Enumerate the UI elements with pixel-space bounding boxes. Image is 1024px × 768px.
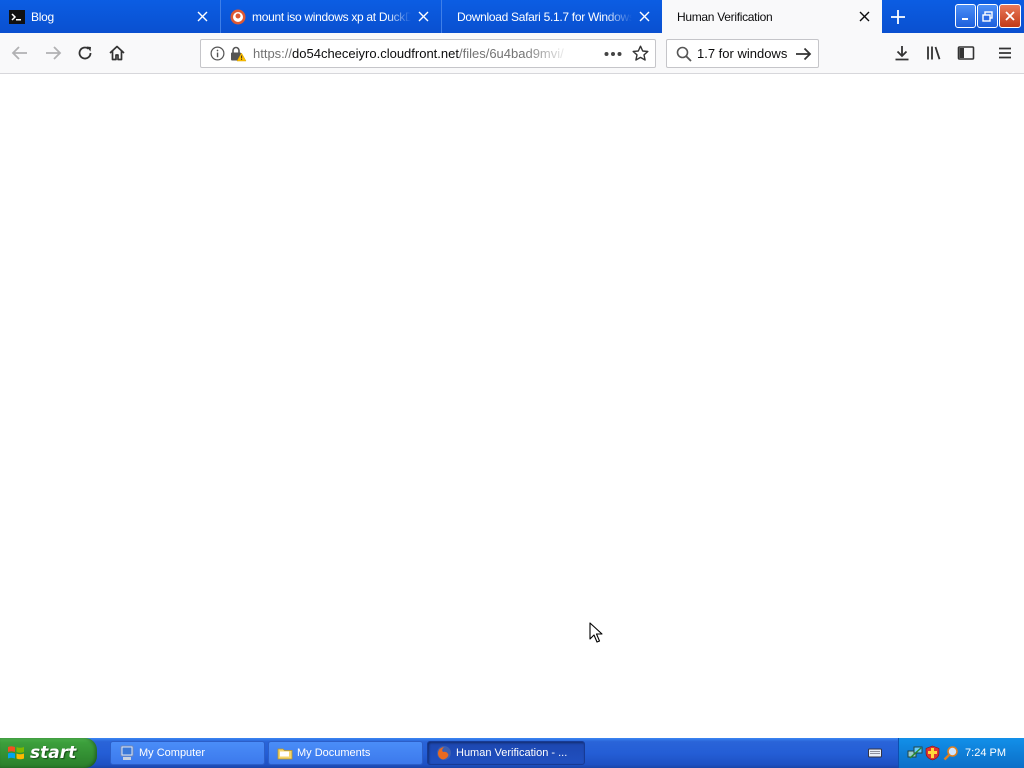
plus-icon bbox=[891, 10, 905, 24]
close-tab-icon[interactable] bbox=[190, 5, 214, 29]
taskbar-item-firefox[interactable]: Human Verification - ... bbox=[427, 741, 585, 765]
bookmark-star-icon[interactable] bbox=[632, 45, 649, 62]
taskbar: start My Computer My Documents Human Ver… bbox=[0, 738, 1024, 768]
close-tab-icon[interactable] bbox=[852, 5, 876, 29]
url-host: do54checeiyro.cloudfront.net bbox=[292, 46, 459, 61]
minimize-icon bbox=[961, 18, 968, 20]
url-text[interactable]: https://do54checeiyro.cloudfront.net/fil… bbox=[253, 40, 571, 67]
back-button[interactable] bbox=[5, 38, 35, 68]
restore-button[interactable] bbox=[977, 4, 998, 28]
close-window-button[interactable] bbox=[999, 4, 1021, 28]
tab-human-verification[interactable]: Human Verification bbox=[662, 0, 882, 33]
tab-strip: Blog mount iso windows xp at DuckDuckGo … bbox=[0, 0, 1024, 33]
search-bar[interactable]: 1.7 for windows bbox=[666, 39, 819, 68]
home-button[interactable] bbox=[102, 38, 132, 68]
tab-title: Blog bbox=[31, 9, 54, 24]
my-computer-icon bbox=[120, 745, 134, 760]
new-tab-button[interactable] bbox=[884, 3, 912, 31]
keyboard-icon[interactable] bbox=[868, 746, 882, 760]
downloads-button[interactable] bbox=[887, 38, 917, 68]
home-icon bbox=[109, 45, 125, 61]
folder-icon bbox=[277, 748, 293, 760]
sidebar-button[interactable] bbox=[951, 38, 981, 68]
reload-button[interactable] bbox=[70, 38, 100, 68]
minimize-button[interactable] bbox=[955, 4, 976, 28]
restore-icon bbox=[982, 10, 993, 22]
network-icon[interactable] bbox=[907, 745, 923, 761]
taskbar-item-label: Human Verification - ... bbox=[456, 747, 568, 759]
library-button[interactable] bbox=[919, 38, 949, 68]
search-input[interactable]: 1.7 for windows bbox=[697, 40, 787, 67]
sidebar-icon bbox=[957, 46, 975, 60]
start-button[interactable]: start bbox=[0, 738, 97, 768]
tab-title: Human Verification bbox=[677, 9, 773, 24]
close-icon bbox=[1005, 11, 1015, 21]
start-label: start bbox=[30, 743, 77, 763]
close-tab-icon[interactable] bbox=[632, 5, 656, 29]
taskbar-item-label: My Documents bbox=[297, 747, 371, 759]
download-icon bbox=[895, 46, 909, 61]
taskbar-item-my-computer[interactable]: My Computer bbox=[110, 741, 265, 765]
navigation-toolbar: https://do54checeiyro.cloudfront.net/fil… bbox=[0, 33, 1024, 74]
taskbar-item-my-documents[interactable]: My Documents bbox=[268, 741, 423, 765]
back-arrow-icon bbox=[11, 46, 27, 60]
search-icon bbox=[676, 46, 692, 62]
page-actions-icon[interactable] bbox=[604, 51, 622, 57]
search-go-arrow-icon[interactable] bbox=[795, 46, 812, 62]
taskbar-item-label: My Computer bbox=[139, 747, 206, 759]
tab-safari-download[interactable]: Download Safari 5.1.7 for Windows - Free bbox=[442, 0, 662, 33]
firefox-icon bbox=[437, 746, 451, 760]
forward-arrow-icon bbox=[46, 46, 62, 60]
security-shield-icon[interactable] bbox=[925, 745, 940, 761]
forward-button[interactable] bbox=[38, 38, 68, 68]
hamburger-menu-icon bbox=[999, 47, 1011, 59]
library-icon bbox=[927, 46, 941, 60]
close-tab-icon[interactable] bbox=[411, 5, 435, 29]
page-content bbox=[0, 74, 1024, 738]
tab-blog[interactable]: Blog bbox=[0, 0, 220, 33]
info-icon[interactable] bbox=[210, 46, 225, 61]
terminal-icon bbox=[9, 9, 25, 24]
clock[interactable]: 7:24 PM bbox=[965, 738, 1006, 768]
menu-button[interactable] bbox=[990, 38, 1020, 68]
magnifier-icon[interactable] bbox=[943, 745, 959, 761]
url-scheme: https:// bbox=[253, 46, 293, 61]
tab-title: mount iso windows xp at DuckDuckGo bbox=[252, 9, 411, 24]
windows-logo-icon bbox=[8, 746, 24, 760]
insecure-lock-icon[interactable] bbox=[230, 46, 247, 62]
mouse-cursor-icon bbox=[589, 622, 603, 643]
reload-icon bbox=[78, 46, 92, 60]
url-bar[interactable]: https://do54checeiyro.cloudfront.net/fil… bbox=[200, 39, 656, 68]
duckduckgo-icon bbox=[230, 9, 246, 24]
system-tray: 7:24 PM bbox=[898, 738, 1024, 768]
tab-title: Download Safari 5.1.7 for Windows - Free bbox=[457, 9, 632, 24]
tab-duckduckgo[interactable]: mount iso windows xp at DuckDuckGo bbox=[221, 0, 441, 33]
url-path: /files/6u4bad9mvi/ bbox=[458, 46, 564, 61]
